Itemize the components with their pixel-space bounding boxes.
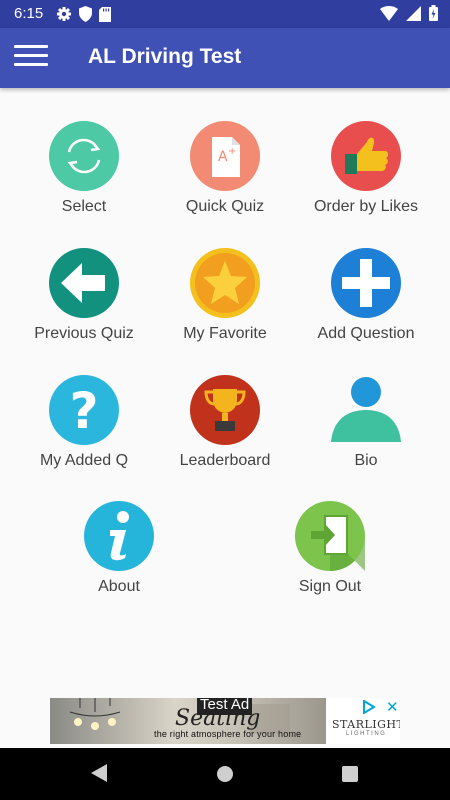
shield-icon (79, 6, 92, 22)
trophy-icon (190, 375, 260, 445)
refresh-icon (49, 121, 119, 191)
back-icon[interactable] (90, 763, 108, 783)
svg-text:A: A (218, 149, 228, 165)
menu-tile-label: Add Question (317, 325, 415, 342)
menu-tile-sign-out[interactable]: Sign Out (260, 501, 400, 611)
ad-brand: STARLIGHT (332, 718, 400, 731)
close-icon[interactable]: ✕ (386, 698, 399, 716)
app-bar: AL Driving Test (0, 28, 450, 88)
back-arrow-icon (49, 248, 119, 318)
sd-card-icon (99, 6, 111, 22)
home-icon[interactable] (217, 766, 233, 782)
status-bar: 6:15 (0, 0, 450, 28)
hamburger-menu-icon[interactable] (14, 45, 48, 71)
menu-tile-order-by-likes[interactable]: Order by Likes (296, 121, 436, 231)
menu-tile-label: Select (61, 198, 107, 215)
menu-tile-quick-quiz[interactable]: A + Quick Quiz (155, 121, 295, 231)
svg-text:+: + (228, 146, 236, 157)
menu-tile-about[interactable]: About (49, 501, 189, 611)
menu-tile-label: My Favorite (183, 325, 267, 342)
menu-tile-previous-quiz[interactable]: Previous Quiz (14, 248, 154, 358)
menu-tile-label: My Added Q (39, 452, 129, 469)
recents-icon[interactable] (342, 766, 358, 782)
menu-tile-label: Quick Quiz (185, 198, 265, 215)
star-icon (190, 248, 260, 318)
system-nav-bar (0, 748, 450, 800)
menu-tile-label: Bio (354, 452, 378, 469)
svg-text:?: ? (69, 382, 98, 440)
adchoices-icon[interactable] (361, 700, 377, 714)
status-time: 6:15 (14, 5, 44, 22)
person-icon (331, 377, 401, 442)
ad-headline: Seating (175, 706, 261, 731)
plus-icon (331, 248, 401, 318)
battery-icon (429, 5, 438, 21)
thumbs-up-icon (331, 121, 401, 191)
menu-tile-my-favorite[interactable]: My Favorite (155, 248, 295, 358)
menu-tile-bio[interactable]: Bio (296, 375, 436, 485)
sign-out-icon (295, 501, 365, 571)
menu-tile-label: Previous Quiz (34, 325, 134, 342)
page-title: AL Driving Test (88, 45, 242, 68)
wifi-icon (380, 5, 398, 21)
menu-tile-label: Sign Out (298, 578, 362, 595)
signal-icon (406, 5, 421, 21)
ad-tagline: the right atmosphere for your home (154, 729, 302, 739)
info-icon (84, 501, 154, 571)
menu-tile-label: Leaderboard (179, 452, 271, 469)
menu-tile-add-question[interactable]: Add Question (296, 248, 436, 358)
menu-tile-leaderboard[interactable]: Leaderboard (155, 375, 295, 485)
menu-tile-my-added-q[interactable]: ? My Added Q (14, 375, 154, 485)
ad-brand-sub: LIGHTING (346, 731, 387, 737)
menu-tile-label: About (98, 578, 140, 595)
quiz-paper-icon: A + (190, 121, 260, 191)
settings-icon (57, 7, 71, 21)
question-mark-icon: ? (49, 375, 119, 445)
ad-banner[interactable]: Test Ad Seating the right atmosphere for… (50, 698, 400, 744)
menu-tile-select[interactable]: Select (14, 121, 154, 231)
menu-tile-label: Order by Likes (313, 198, 419, 215)
